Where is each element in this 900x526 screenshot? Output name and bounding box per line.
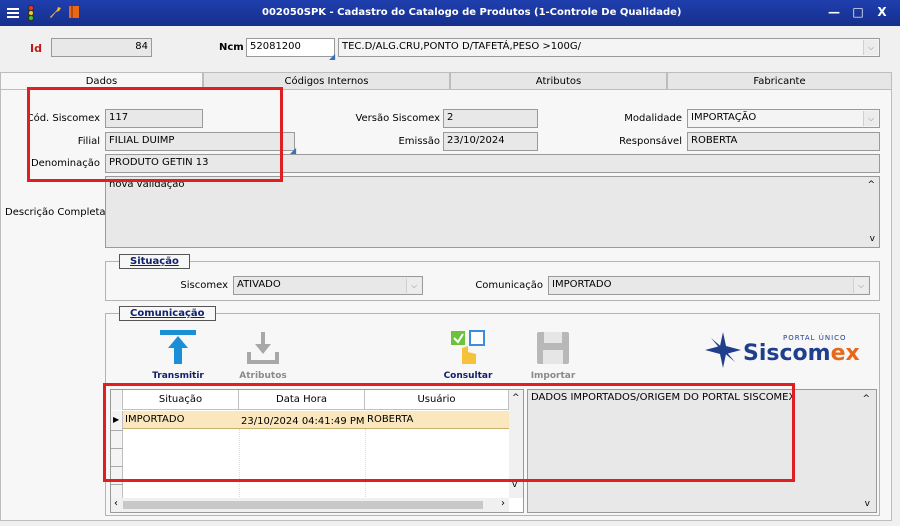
ncm-description-text: TEC.D/ALG.CRU,PONTO D/TAFETÁ,PESO >100G/ [342,41,581,52]
ncm-code-field[interactable]: 52081200 [246,38,335,57]
ncm-description-field[interactable]: TEC.D/ALG.CRU,PONTO D/TAFETÁ,PESO >100G/… [338,38,880,57]
book-icon[interactable] [68,5,84,21]
scroll-up-icon[interactable]: ^ [867,180,875,190]
versao-siscomex-label: Versão Siscomex [355,113,440,124]
id-label: Id [30,42,42,55]
modalidade-value: IMPORTAÇÃO [691,112,757,123]
scroll-down-icon[interactable]: v [865,499,870,509]
tab-atributos[interactable]: Atributos [450,72,667,90]
highlight-box [27,87,283,182]
importar-button[interactable]: Importar [525,328,581,384]
wrench-icon[interactable] [48,5,64,21]
star-logo-icon [705,332,741,368]
download-icon [247,332,279,364]
logo-text-accent: ex [830,341,860,366]
comunicacao-title: Comunicação [119,306,216,321]
checkbox-select-icon [451,330,485,364]
atributos-button[interactable]: Atributos [235,328,291,384]
scroll-thumb[interactable] [123,501,483,509]
responsavel-label: Responsável [619,136,682,147]
chevron-down-icon[interactable]: ⌵ [853,278,868,293]
descricao-label: Descrição Completa [5,207,106,218]
situacao-title: Situação [119,254,190,269]
scroll-right-icon[interactable]: › [501,498,505,509]
minimize-button[interactable]: — [826,5,842,19]
siscomex-status-value: ATIVADO [237,279,281,290]
scroll-left-icon[interactable]: ‹ [114,498,118,509]
menu-icon[interactable] [6,5,22,21]
upload-icon [160,330,196,364]
responsavel-field[interactable]: ROBERTA [687,132,880,151]
filial-lookup-icon[interactable]: ◢ [290,146,298,155]
highlight-box [103,383,795,482]
transmitir-button[interactable]: Transmitir [150,328,206,384]
traffic-light-icon[interactable] [24,5,40,21]
siscomex-status-label: Siscomex [180,280,228,291]
logo-text: Siscomex [743,342,860,366]
tab-fabricante[interactable]: Fabricante [667,72,892,90]
chevron-down-icon[interactable]: ⌵ [863,111,878,126]
atributos-label: Atributos [239,371,287,381]
save-icon [537,332,569,364]
consultar-button[interactable]: Consultar [440,328,496,384]
siscomex-status-select[interactable]: ATIVADO ⌵ [233,276,423,295]
ncm-label: Ncm [219,42,244,53]
modalidade-select[interactable]: IMPORTAÇÃO ⌵ [687,109,880,128]
emissao-label: Emissão [398,136,440,147]
logo-text-main: Siscom [743,341,831,366]
grid-horizontal-scrollbar[interactable]: ‹ › [111,498,509,512]
descricao-textarea[interactable]: nova validação ^ v [105,176,880,248]
consultar-label: Consultar [443,371,493,381]
ncm-lookup-icon[interactable]: ◢ [329,52,337,61]
transmitir-label: Transmitir [152,371,204,381]
window-title: 002050SPK - Cadastro do Catalogo de Prod… [262,7,682,18]
importar-label: Importar [530,371,576,381]
comunicacao-status-label: Comunicação [475,280,543,291]
id-field[interactable]: 84 [51,38,152,57]
modalidade-label: Modalidade [624,113,682,124]
versao-siscomex-field[interactable]: 2 [443,109,538,128]
maximize-button[interactable]: □ [850,5,866,19]
emissao-field[interactable]: 23/10/2024 [443,132,538,151]
comunicacao-status-select[interactable]: IMPORTADO ⌵ [548,276,870,295]
chevron-down-icon[interactable]: ⌵ [863,40,878,55]
title-bar: 002050SPK - Cadastro do Catalogo de Prod… [0,0,900,26]
siscomex-logo: PORTAL ÚNICO Siscomex [703,328,860,372]
chevron-down-icon[interactable]: ⌵ [406,278,421,293]
scroll-down-icon[interactable]: v [870,234,875,244]
comunicacao-status-value: IMPORTADO [552,279,612,290]
scroll-up-icon[interactable]: ^ [862,394,870,404]
close-button[interactable]: X [874,5,890,19]
